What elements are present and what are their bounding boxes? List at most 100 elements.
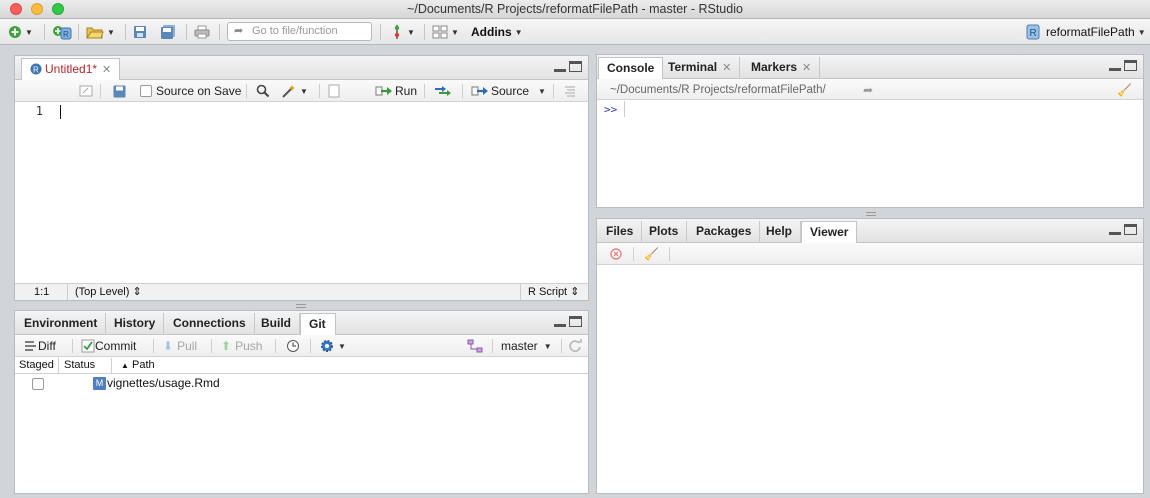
close-tab-icon[interactable]: ✕: [102, 64, 111, 76]
column-path[interactable]: ▲ Path: [121, 358, 155, 373]
close-tab-icon[interactable]: ✕: [802, 62, 811, 74]
close-tab-icon[interactable]: ✕: [722, 62, 731, 74]
pull-label: Pull: [177, 339, 198, 353]
minimize-pane-button[interactable]: [554, 61, 566, 72]
table-row[interactable]: M vignettes/usage.Rmd: [15, 375, 588, 393]
tab-viewer[interactable]: Viewer: [801, 221, 858, 244]
tab-label: Build: [261, 316, 291, 330]
save-button[interactable]: [133, 23, 147, 41]
outline-button[interactable]: [563, 83, 577, 99]
tab-help[interactable]: Help: [758, 221, 802, 243]
tab-files[interactable]: Files: [598, 221, 643, 243]
separator: [520, 284, 521, 300]
close-window-button[interactable]: [10, 3, 22, 15]
tab-terminal[interactable]: Terminal ✕: [660, 57, 741, 79]
zoom-window-button[interactable]: [52, 3, 64, 15]
tab-build[interactable]: Build: [253, 313, 300, 335]
column-staged[interactable]: Staged: [19, 358, 54, 373]
maximize-pane-button[interactable]: [1124, 60, 1137, 71]
clock-icon: [287, 340, 299, 352]
file-type-selector[interactable]: R Script ⇕: [528, 284, 579, 300]
splitter-handle[interactable]: [296, 304, 306, 308]
console-output[interactable]: >>: [597, 100, 1143, 207]
new-project-button[interactable]: R: [52, 23, 72, 41]
svg-text:R: R: [33, 66, 39, 75]
separator: [67, 284, 68, 300]
tab-environment[interactable]: Environment: [16, 313, 107, 335]
pull-button[interactable]: ⬇ Pull: [163, 338, 197, 354]
tab-connections[interactable]: Connections: [165, 313, 255, 335]
separator: [492, 339, 493, 353]
git-toolbar: Diff Commit ⬇ Pull ⬆ Push ▼ master ▼: [15, 335, 588, 357]
push-label: Push: [235, 339, 263, 353]
source-button[interactable]: Source ▼: [471, 83, 546, 99]
window-title: ~/Documents/R Projects/reformatFilePath …: [407, 2, 743, 16]
diff-label: Diff: [38, 339, 56, 353]
git-settings-button[interactable]: ▼: [319, 338, 346, 354]
tab-label: Terminal: [668, 60, 718, 74]
compile-report-button[interactable]: [328, 83, 340, 99]
column-status[interactable]: Status: [64, 358, 95, 373]
code-tools-button[interactable]: ▼: [281, 83, 308, 99]
minimize-pane-button[interactable]: [1109, 60, 1121, 71]
push-button[interactable]: ⬆ Push: [221, 338, 262, 354]
working-directory: ~/Documents/R Projects/reformatFilePath/: [610, 84, 826, 96]
notebook-icon: [328, 84, 340, 98]
save-all-button[interactable]: [160, 23, 176, 41]
goto-file-input[interactable]: ➦ Go to file/function: [227, 22, 372, 41]
workspace-panes-button[interactable]: ▼: [432, 23, 459, 41]
splitter-handle[interactable]: [866, 212, 876, 216]
tab-untitled1[interactable]: R Untitled1* ✕: [21, 58, 121, 81]
addins-menu[interactable]: Addins ▼: [471, 23, 523, 41]
editor-save-button[interactable]: [113, 83, 126, 99]
tab-plots[interactable]: Plots: [641, 221, 688, 243]
separator: [553, 84, 554, 98]
tab-history[interactable]: History: [106, 313, 165, 335]
minimize-pane-button[interactable]: [1109, 224, 1121, 235]
tab-label: Packages: [696, 224, 752, 238]
find-button[interactable]: [256, 83, 270, 99]
maximize-pane-button[interactable]: [1124, 224, 1137, 235]
print-button[interactable]: [194, 23, 210, 41]
clear-viewer-icon[interactable]: 🧹: [644, 246, 659, 262]
gear-icon: [321, 340, 333, 352]
scope-label: (Top Level): [75, 286, 130, 298]
source-on-save-checkbox[interactable]: Source on Save: [140, 83, 241, 99]
maximize-pane-button[interactable]: [569, 316, 582, 327]
branch-selector[interactable]: master ▼: [501, 338, 552, 354]
clear-console-icon[interactable]: 🧹: [1117, 82, 1132, 98]
tab-packages[interactable]: Packages: [688, 221, 761, 243]
arrow-right-icon: ➦: [234, 25, 244, 37]
checkbox[interactable]: [140, 85, 152, 97]
minimize-pane-button[interactable]: [554, 316, 566, 327]
minimize-window-button[interactable]: [31, 3, 43, 15]
project-menu[interactable]: R reformatFilePath ▼: [1025, 23, 1146, 41]
tab-console[interactable]: Console: [598, 57, 664, 80]
refresh-button[interactable]: [568, 338, 582, 354]
vcs-button[interactable]: ▼: [390, 23, 415, 41]
branch-graph-button[interactable]: [467, 338, 483, 354]
new-file-button[interactable]: ▼: [8, 23, 33, 41]
line-number: 1: [35, 104, 43, 118]
pane-window-controls: [1109, 60, 1137, 71]
history-button[interactable]: [286, 338, 300, 354]
maximize-pane-button[interactable]: [569, 61, 582, 72]
code-editor[interactable]: 1: [15, 102, 588, 283]
tab-markers[interactable]: Markers ✕: [743, 57, 821, 79]
tab-label: Untitled1*: [45, 62, 98, 76]
scope-selector[interactable]: (Top Level) ⇕: [75, 284, 142, 300]
rerun-button[interactable]: [433, 83, 453, 99]
diff-button[interactable]: Diff: [24, 338, 56, 354]
stop-circle-icon: [610, 248, 622, 260]
commit-button[interactable]: Commit: [81, 338, 136, 354]
stop-viewer-button[interactable]: [610, 246, 622, 262]
back-button[interactable]: [79, 83, 93, 99]
pane-window-controls: [554, 61, 582, 72]
staged-checkbox[interactable]: [32, 378, 44, 390]
branch-graph-icon: [467, 339, 483, 353]
open-file-button[interactable]: ▼: [86, 23, 115, 41]
tab-git[interactable]: Git: [300, 313, 336, 336]
console-pathbar: ~/Documents/R Projects/reformatFilePath/…: [597, 79, 1143, 100]
goto-dir-icon[interactable]: ➦: [863, 82, 873, 98]
run-button[interactable]: Run: [375, 83, 417, 99]
